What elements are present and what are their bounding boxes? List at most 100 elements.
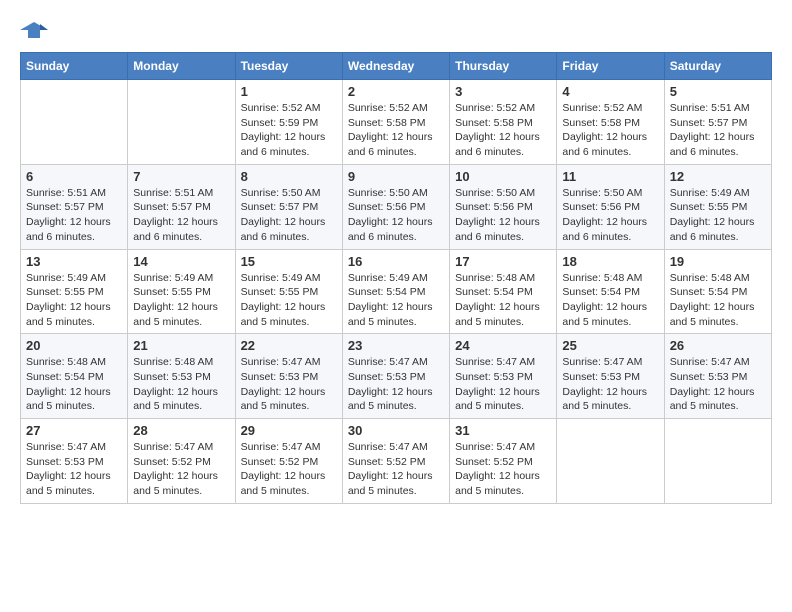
day-info: Sunrise: 5:50 AM Sunset: 5:56 PM Dayligh… <box>455 186 551 245</box>
day-info: Sunrise: 5:48 AM Sunset: 5:54 PM Dayligh… <box>455 271 551 330</box>
calendar-cell <box>557 419 664 504</box>
day-info: Sunrise: 5:51 AM Sunset: 5:57 PM Dayligh… <box>133 186 229 245</box>
calendar-cell: 21 Sunrise: 5:48 AM Sunset: 5:53 PM Dayli… <box>128 334 235 419</box>
day-number: 21 <box>133 338 229 353</box>
calendar-cell: 8 Sunrise: 5:50 AM Sunset: 5:57 PM Daylig… <box>235 164 342 249</box>
calendar-cell: 7 Sunrise: 5:51 AM Sunset: 5:57 PM Daylig… <box>128 164 235 249</box>
header-row: SundayMondayTuesdayWednesdayThursdayFrid… <box>21 53 772 80</box>
week-row-3: 13 Sunrise: 5:49 AM Sunset: 5:55 PM Dayli… <box>21 249 772 334</box>
day-info: Sunrise: 5:51 AM Sunset: 5:57 PM Dayligh… <box>670 101 766 160</box>
day-number: 4 <box>562 84 658 99</box>
calendar-cell: 16 Sunrise: 5:49 AM Sunset: 5:54 PM Dayli… <box>342 249 449 334</box>
day-number: 2 <box>348 84 444 99</box>
day-info: Sunrise: 5:52 AM Sunset: 5:58 PM Dayligh… <box>562 101 658 160</box>
day-number: 6 <box>26 169 122 184</box>
day-number: 1 <box>241 84 337 99</box>
day-number: 14 <box>133 254 229 269</box>
calendar-cell: 17 Sunrise: 5:48 AM Sunset: 5:54 PM Dayli… <box>450 249 557 334</box>
day-info: Sunrise: 5:49 AM Sunset: 5:55 PM Dayligh… <box>26 271 122 330</box>
week-row-5: 27 Sunrise: 5:47 AM Sunset: 5:53 PM Dayli… <box>21 419 772 504</box>
column-header-sunday: Sunday <box>21 53 128 80</box>
day-info: Sunrise: 5:49 AM Sunset: 5:55 PM Dayligh… <box>670 186 766 245</box>
day-info: Sunrise: 5:48 AM Sunset: 5:54 PM Dayligh… <box>26 355 122 414</box>
calendar-cell: 22 Sunrise: 5:47 AM Sunset: 5:53 PM Dayli… <box>235 334 342 419</box>
calendar-cell <box>128 80 235 165</box>
day-number: 9 <box>348 169 444 184</box>
calendar-cell <box>21 80 128 165</box>
calendar-cell: 3 Sunrise: 5:52 AM Sunset: 5:58 PM Daylig… <box>450 80 557 165</box>
day-info: Sunrise: 5:47 AM Sunset: 5:53 PM Dayligh… <box>241 355 337 414</box>
calendar-cell: 2 Sunrise: 5:52 AM Sunset: 5:58 PM Daylig… <box>342 80 449 165</box>
calendar-cell: 6 Sunrise: 5:51 AM Sunset: 5:57 PM Daylig… <box>21 164 128 249</box>
calendar-cell: 26Sunrise: 5:47 AM Sunset: 5:53 PM Dayli… <box>664 334 771 419</box>
day-number: 8 <box>241 169 337 184</box>
day-number: 7 <box>133 169 229 184</box>
column-header-monday: Monday <box>128 53 235 80</box>
day-info: Sunrise: 5:47 AM Sunset: 5:52 PM Dayligh… <box>455 440 551 499</box>
calendar-cell: 11 Sunrise: 5:50 AM Sunset: 5:56 PM Dayli… <box>557 164 664 249</box>
calendar-cell: 25Sunrise: 5:47 AM Sunset: 5:53 PM Dayli… <box>557 334 664 419</box>
column-header-saturday: Saturday <box>664 53 771 80</box>
column-header-wednesday: Wednesday <box>342 53 449 80</box>
calendar-cell: 27 Sunrise: 5:47 AM Sunset: 5:53 PM Dayli… <box>21 419 128 504</box>
day-number: 25 <box>562 338 658 353</box>
calendar-cell: 9 Sunrise: 5:50 AM Sunset: 5:56 PM Daylig… <box>342 164 449 249</box>
day-number: 3 <box>455 84 551 99</box>
day-number: 5 <box>670 84 766 99</box>
day-number: 24 <box>455 338 551 353</box>
calendar-cell: 10 Sunrise: 5:50 AM Sunset: 5:56 PM Dayli… <box>450 164 557 249</box>
calendar-cell: 14Sunrise: 5:49 AM Sunset: 5:55 PM Dayli… <box>128 249 235 334</box>
calendar-cell: 19Sunrise: 5:48 AM Sunset: 5:54 PM Dayli… <box>664 249 771 334</box>
day-info: Sunrise: 5:52 AM Sunset: 5:58 PM Dayligh… <box>455 101 551 160</box>
day-info: Sunrise: 5:50 AM Sunset: 5:56 PM Dayligh… <box>348 186 444 245</box>
calendar-cell: 28Sunrise: 5:47 AM Sunset: 5:52 PM Dayli… <box>128 419 235 504</box>
day-number: 23 <box>348 338 444 353</box>
calendar-cell: 15 Sunrise: 5:49 AM Sunset: 5:55 PM Dayli… <box>235 249 342 334</box>
day-info: Sunrise: 5:52 AM Sunset: 5:58 PM Dayligh… <box>348 101 444 160</box>
day-number: 10 <box>455 169 551 184</box>
calendar-cell: 1 Sunrise: 5:52 AM Sunset: 5:59 PM Daylig… <box>235 80 342 165</box>
day-number: 30 <box>348 423 444 438</box>
day-info: Sunrise: 5:50 AM Sunset: 5:56 PM Dayligh… <box>562 186 658 245</box>
day-info: Sunrise: 5:49 AM Sunset: 5:55 PM Dayligh… <box>241 271 337 330</box>
calendar-cell <box>664 419 771 504</box>
column-header-thursday: Thursday <box>450 53 557 80</box>
day-info: Sunrise: 5:49 AM Sunset: 5:54 PM Dayligh… <box>348 271 444 330</box>
calendar-cell: 13 Sunrise: 5:49 AM Sunset: 5:55 PM Dayli… <box>21 249 128 334</box>
day-number: 29 <box>241 423 337 438</box>
day-number: 11 <box>562 169 658 184</box>
calendar-cell: 24Sunrise: 5:47 AM Sunset: 5:53 PM Dayli… <box>450 334 557 419</box>
day-info: Sunrise: 5:47 AM Sunset: 5:52 PM Dayligh… <box>133 440 229 499</box>
day-info: Sunrise: 5:51 AM Sunset: 5:57 PM Dayligh… <box>26 186 122 245</box>
week-row-2: 6 Sunrise: 5:51 AM Sunset: 5:57 PM Daylig… <box>21 164 772 249</box>
column-header-friday: Friday <box>557 53 664 80</box>
day-number: 17 <box>455 254 551 269</box>
day-number: 12 <box>670 169 766 184</box>
week-row-1: 1 Sunrise: 5:52 AM Sunset: 5:59 PM Daylig… <box>21 80 772 165</box>
logo <box>20 20 52 42</box>
day-number: 27 <box>26 423 122 438</box>
day-info: Sunrise: 5:48 AM Sunset: 5:54 PM Dayligh… <box>562 271 658 330</box>
day-number: 20 <box>26 338 122 353</box>
calendar-cell: 12 Sunrise: 5:49 AM Sunset: 5:55 PM Dayli… <box>664 164 771 249</box>
day-number: 22 <box>241 338 337 353</box>
day-info: Sunrise: 5:50 AM Sunset: 5:57 PM Dayligh… <box>241 186 337 245</box>
day-number: 26 <box>670 338 766 353</box>
calendar-cell: 20 Sunrise: 5:48 AM Sunset: 5:54 PM Dayli… <box>21 334 128 419</box>
calendar-cell: 29Sunrise: 5:47 AM Sunset: 5:52 PM Dayli… <box>235 419 342 504</box>
day-info: Sunrise: 5:47 AM Sunset: 5:52 PM Dayligh… <box>348 440 444 499</box>
day-number: 15 <box>241 254 337 269</box>
page-header <box>20 20 772 42</box>
calendar-cell: 23Sunrise: 5:47 AM Sunset: 5:53 PM Dayli… <box>342 334 449 419</box>
day-info: Sunrise: 5:52 AM Sunset: 5:59 PM Dayligh… <box>241 101 337 160</box>
day-info: Sunrise: 5:47 AM Sunset: 5:53 PM Dayligh… <box>26 440 122 499</box>
logo-icon <box>20 20 48 42</box>
calendar-cell: 5 Sunrise: 5:51 AM Sunset: 5:57 PM Daylig… <box>664 80 771 165</box>
day-number: 16 <box>348 254 444 269</box>
day-info: Sunrise: 5:48 AM Sunset: 5:53 PM Dayligh… <box>133 355 229 414</box>
calendar-table: SundayMondayTuesdayWednesdayThursdayFrid… <box>20 52 772 504</box>
calendar-cell: 4 Sunrise: 5:52 AM Sunset: 5:58 PM Daylig… <box>557 80 664 165</box>
day-number: 19 <box>670 254 766 269</box>
calendar-cell: 31Sunrise: 5:47 AM Sunset: 5:52 PM Dayli… <box>450 419 557 504</box>
day-number: 13 <box>26 254 122 269</box>
